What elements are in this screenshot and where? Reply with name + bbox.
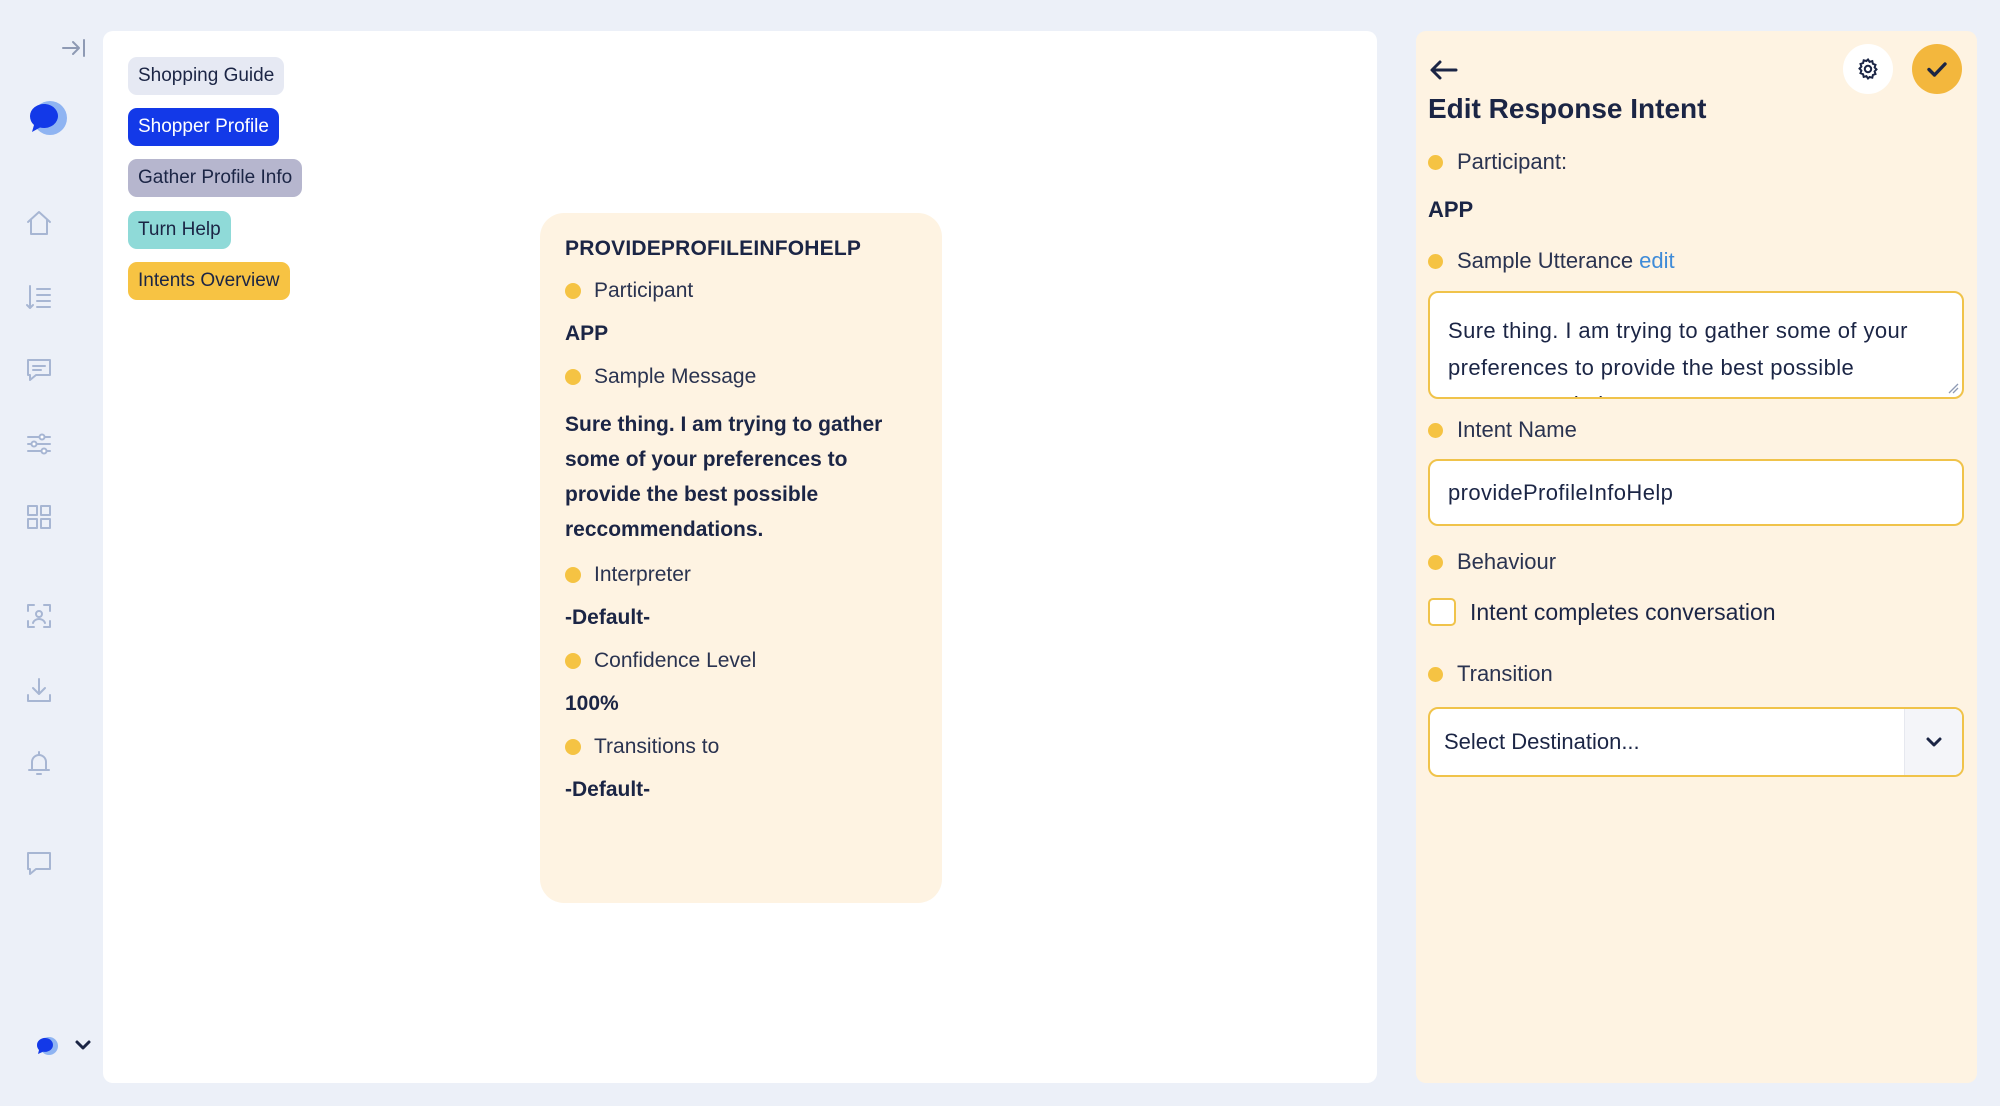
tag-turn-help[interactable]: Turn Help — [128, 211, 231, 249]
back-arrow-icon[interactable] — [1428, 55, 1462, 85]
select-value: Select Destination... — [1444, 729, 1640, 754]
tag-shopping-guide[interactable]: Shopping Guide — [128, 57, 285, 95]
intent-node[interactable]: PROVIDEPROFILEINFOHELP Participant APP S… — [540, 213, 942, 903]
label-text: Transitions to — [594, 735, 720, 758]
save-button[interactable] — [1912, 44, 1962, 94]
label-text: Participant: — [1457, 149, 1568, 174]
label-text: Participant — [594, 279, 694, 302]
flow-canvas[interactable]: Shopping Guide Shopper Profile Gather Pr… — [103, 31, 1377, 1083]
bullet-dot — [1428, 422, 1443, 438]
behaviour-label: Behaviour — [1428, 549, 1556, 575]
transition-select[interactable]: Select Destination... — [1428, 707, 1964, 777]
sample-utterance-textarea[interactable]: Sure thing. I am trying to gather some o… — [1428, 291, 1964, 399]
message-icon[interactable] — [22, 846, 56, 880]
download-icon[interactable] — [22, 673, 56, 707]
bullet-dot — [565, 653, 581, 669]
select-dropdown-button[interactable] — [1904, 709, 1962, 775]
resize-grip-icon[interactable] — [1947, 382, 1959, 394]
bullet-dot — [565, 369, 581, 385]
node-transitions-value: -Default- — [565, 778, 651, 801]
sliders-icon[interactable] — [22, 427, 56, 461]
bullet-dot — [1428, 253, 1443, 269]
chevron-down-icon — [1926, 737, 1941, 747]
completes-conversation-checkbox[interactable] — [1428, 598, 1456, 626]
tag-intents-overview[interactable]: Intents Overview — [128, 262, 290, 300]
node-confidence-value: 100% — [565, 692, 619, 715]
label-text: Interpreter — [594, 563, 691, 586]
sample-utterance-label: Sample Utterance edit — [1428, 248, 1675, 274]
panel-title: Edit Response Intent — [1428, 93, 1707, 124]
participant-label: Participant: — [1428, 149, 1567, 175]
node-participant-label: Participant — [565, 279, 918, 303]
participant-value: APP — [1428, 197, 1474, 222]
label-text: Confidence Level — [594, 649, 757, 672]
app-logo[interactable] — [22, 94, 70, 142]
bullet-dot — [565, 283, 581, 299]
textarea-text: Sure thing. I am trying to gather some o… — [1448, 318, 1908, 397]
list-icon[interactable] — [22, 280, 56, 314]
check-icon — [1927, 62, 1947, 77]
node-title: PROVIDEPROFILEINFOHELP — [565, 237, 862, 260]
node-sample-message-value: Sure thing. I am trying to gather some o… — [565, 413, 883, 541]
bullet-dot — [1428, 666, 1443, 682]
sidebar — [0, 0, 100, 1106]
node-participant-value: APP — [565, 322, 609, 345]
node-sample-message-label: Sample Message — [565, 365, 918, 389]
bell-icon[interactable] — [22, 747, 56, 781]
node-transitions-label: Transitions to — [565, 735, 918, 759]
scan-icon[interactable] — [22, 599, 56, 633]
node-interpreter-value: -Default- — [565, 606, 651, 629]
chat-icon[interactable] — [22, 353, 56, 387]
label-text: Transition — [1457, 661, 1553, 686]
transition-label: Transition — [1428, 661, 1553, 687]
node-confidence-label: Confidence Level — [565, 649, 918, 673]
label-text: Behaviour — [1457, 549, 1557, 574]
completes-conversation-row[interactable]: Intent completes conversation — [1428, 598, 1776, 626]
bullet-dot — [1428, 554, 1443, 570]
settings-button[interactable] — [1843, 44, 1893, 94]
label-text: Intent Name — [1457, 417, 1577, 442]
tag-gather-profile-info[interactable]: Gather Profile Info — [128, 159, 303, 197]
label-text: Sample Message — [594, 365, 757, 388]
label-text: Sample Utterance — [1457, 248, 1634, 273]
chevron-down-icon[interactable] — [72, 1034, 94, 1056]
intent-name-input[interactable]: provideProfileInfoHelp — [1428, 459, 1964, 526]
workspace-logo[interactable] — [34, 1034, 60, 1058]
edit-link[interactable]: edit — [1639, 248, 1674, 274]
checkbox-label[interactable]: Intent completes conversation — [1470, 599, 1776, 626]
bullet-dot — [565, 567, 581, 583]
bullet-dot — [1428, 154, 1443, 170]
edit-panel: Edit Response Intent Participant: APP Sa… — [1416, 31, 1977, 1083]
grid-icon[interactable] — [22, 500, 56, 534]
tag-shopper-profile[interactable]: Shopper Profile — [128, 108, 279, 146]
collapse-sidebar-icon[interactable] — [60, 34, 90, 64]
bullet-dot — [565, 739, 581, 755]
gear-icon — [1858, 57, 1878, 81]
node-interpreter-label: Interpreter — [565, 563, 918, 587]
home-icon[interactable] — [22, 206, 56, 240]
intent-name-label: Intent Name — [1428, 417, 1577, 443]
